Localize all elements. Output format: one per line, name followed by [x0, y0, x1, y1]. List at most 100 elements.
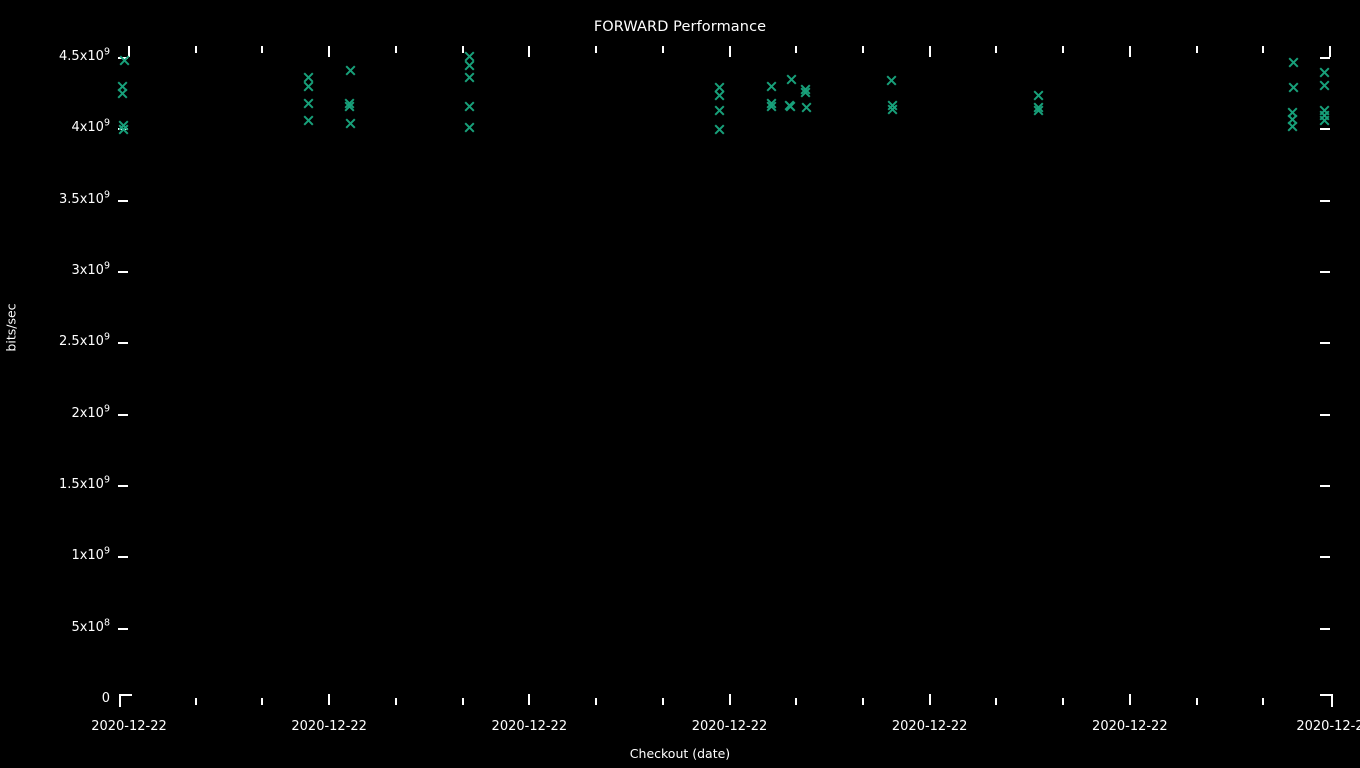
- y-axis-tick-mark-left: [118, 413, 128, 416]
- x-axis-minor-tick-top: [1195, 46, 1198, 53]
- data-point-marker: [1287, 57, 1299, 68]
- x-axis-minor-tick-bottom: [261, 698, 264, 705]
- y-axis-tick-mark-left: [118, 627, 128, 630]
- axis-layer: 4.5x109 4x109 3.5x109 3x109 2.5x109 2x109 1.5x…: [0, 0, 1360, 768]
- x-axis-major-tick-bottom: [328, 694, 331, 705]
- y-axis-tick-label-text: 1.5x109: [59, 474, 110, 492]
- data-point-marker: [713, 90, 725, 101]
- x-axis-tick-label: 2020-12-22: [91, 719, 167, 734]
- data-point-marker: [1032, 90, 1044, 101]
- y-axis-tick-mark-left: [118, 199, 128, 202]
- data-point-marker: [713, 82, 725, 93]
- x-axis-minor-tick-bottom: [995, 698, 998, 705]
- data-point-marker: [343, 101, 355, 112]
- data-point-marker: [713, 105, 725, 116]
- data-point-marker: [1318, 105, 1330, 116]
- data-point-marker: [302, 81, 314, 92]
- x-axis-minor-tick-bottom: [661, 698, 664, 705]
- axis-corner-bottom-left: [119, 694, 132, 707]
- x-axis-minor-tick-top: [394, 46, 397, 53]
- x-axis-minor-tick-bottom: [394, 698, 397, 705]
- data-point-marker: [463, 51, 475, 62]
- x-axis-major-tick-top: [328, 46, 331, 57]
- x-axis-major-tick-top: [728, 46, 731, 57]
- data-point-marker: [1318, 115, 1330, 126]
- x-axis-minor-tick-top: [595, 46, 598, 53]
- data-point-marker: [1287, 82, 1299, 93]
- y-axis-tick-mark-right: [1320, 128, 1330, 131]
- y-axis-tick-mark-right: [1320, 485, 1330, 487]
- x-axis-major-tick-top: [1329, 46, 1331, 57]
- data-point-layer: [0, 0, 1360, 768]
- y-axis-tick-mark-right: [1320, 556, 1330, 559]
- data-point-marker: [463, 101, 475, 112]
- data-point-marker: [302, 98, 314, 109]
- x-axis-tick-label: 2020-12-22: [891, 719, 968, 734]
- y-axis-tick-label: 5x108: [0, 617, 110, 637]
- y-axis-tick-mark-left: [118, 342, 128, 345]
- x-axis-minor-tick-bottom: [1262, 698, 1265, 705]
- x-axis-minor-tick-top: [194, 46, 197, 53]
- data-point-marker: [1318, 67, 1330, 78]
- y-axis-tick-mark-left: [118, 128, 128, 131]
- y-axis-tick-mark-right: [1320, 199, 1330, 202]
- x-axis-minor-tick-bottom: [194, 698, 197, 705]
- data-point-marker: [463, 60, 475, 71]
- x-axis-minor-tick-bottom: [795, 698, 798, 705]
- axis-corner-bottom-right: [1320, 694, 1333, 707]
- y-axis-tick-label-text: 5x108: [71, 617, 110, 635]
- data-point-marker: [783, 100, 795, 111]
- x-axis-tick-label: 2020-12-22: [291, 719, 367, 734]
- data-point-marker: [1286, 114, 1298, 125]
- y-axis-tick-label-text: 4x109: [71, 118, 110, 136]
- x-axis-major-tick-bottom: [728, 694, 731, 705]
- y-axis-tick-mark-right: [1320, 413, 1330, 416]
- x-axis-major-tick-top: [1128, 46, 1131, 57]
- data-point-marker: [886, 104, 898, 115]
- data-point-marker: [799, 84, 811, 95]
- data-point-marker: [886, 100, 898, 111]
- y-axis-tick-label-text: 1x109: [71, 546, 110, 564]
- x-axis-minor-tick-top: [1062, 46, 1065, 53]
- data-point-marker: [1318, 110, 1330, 121]
- data-point-marker: [799, 87, 811, 98]
- y-axis-tick-label: 1.5x109: [0, 474, 110, 494]
- data-point-marker: [765, 81, 777, 92]
- y-axis-tick-label: 1x109: [0, 546, 110, 565]
- x-axis-tick-label: 2020-12-2: [1296, 719, 1360, 734]
- data-point-marker: [1286, 107, 1298, 118]
- data-point-marker: [463, 122, 475, 133]
- data-point-marker: [344, 65, 356, 76]
- x-axis-major-tick-top: [128, 46, 130, 57]
- data-point-marker: [885, 75, 897, 86]
- y-axis-tick-label-text: 2.5x109: [59, 332, 110, 350]
- scatter-plot-canvas: FORWARD Performance bits/sec Checkout (d…: [0, 0, 1360, 768]
- data-point-marker: [1032, 105, 1044, 116]
- x-axis-major-tick-bottom: [528, 694, 531, 705]
- y-axis-tick-label-text: 4.5x109: [59, 46, 110, 64]
- y-axis-tick-mark-left: [118, 57, 128, 59]
- data-point-marker: [765, 98, 777, 109]
- y-axis-tick-label-text: 2x109: [71, 403, 110, 421]
- x-axis-major-tick-top: [528, 46, 531, 57]
- y-axis-tick-label: 2x109: [0, 403, 110, 423]
- x-axis-minor-tick-top: [995, 46, 998, 53]
- chart-title: FORWARD Performance: [593, 19, 767, 35]
- x-axis-minor-tick-bottom: [461, 698, 464, 705]
- y-axis-tick-mark-left: [118, 556, 128, 559]
- data-point-marker: [1032, 102, 1044, 113]
- data-point-marker: [343, 98, 355, 109]
- data-point-marker: [784, 101, 796, 112]
- x-axis-minor-tick-bottom: [861, 698, 864, 705]
- x-axis-minor-tick-top: [861, 46, 864, 53]
- data-point-marker: [302, 72, 314, 83]
- x-axis-minor-tick-bottom: [595, 698, 598, 705]
- data-point-marker: [116, 88, 128, 99]
- x-axis-minor-tick-top: [795, 46, 798, 53]
- y-axis-tick-mark-right: [1320, 342, 1330, 345]
- x-axis-minor-tick-top: [1262, 46, 1265, 53]
- y-axis-tick-mark-right: [1320, 57, 1330, 59]
- data-point-marker: [765, 101, 777, 112]
- y-axis-tick-label: 4x109: [0, 118, 110, 137]
- y-axis-tick-label: 3x109: [0, 261, 110, 280]
